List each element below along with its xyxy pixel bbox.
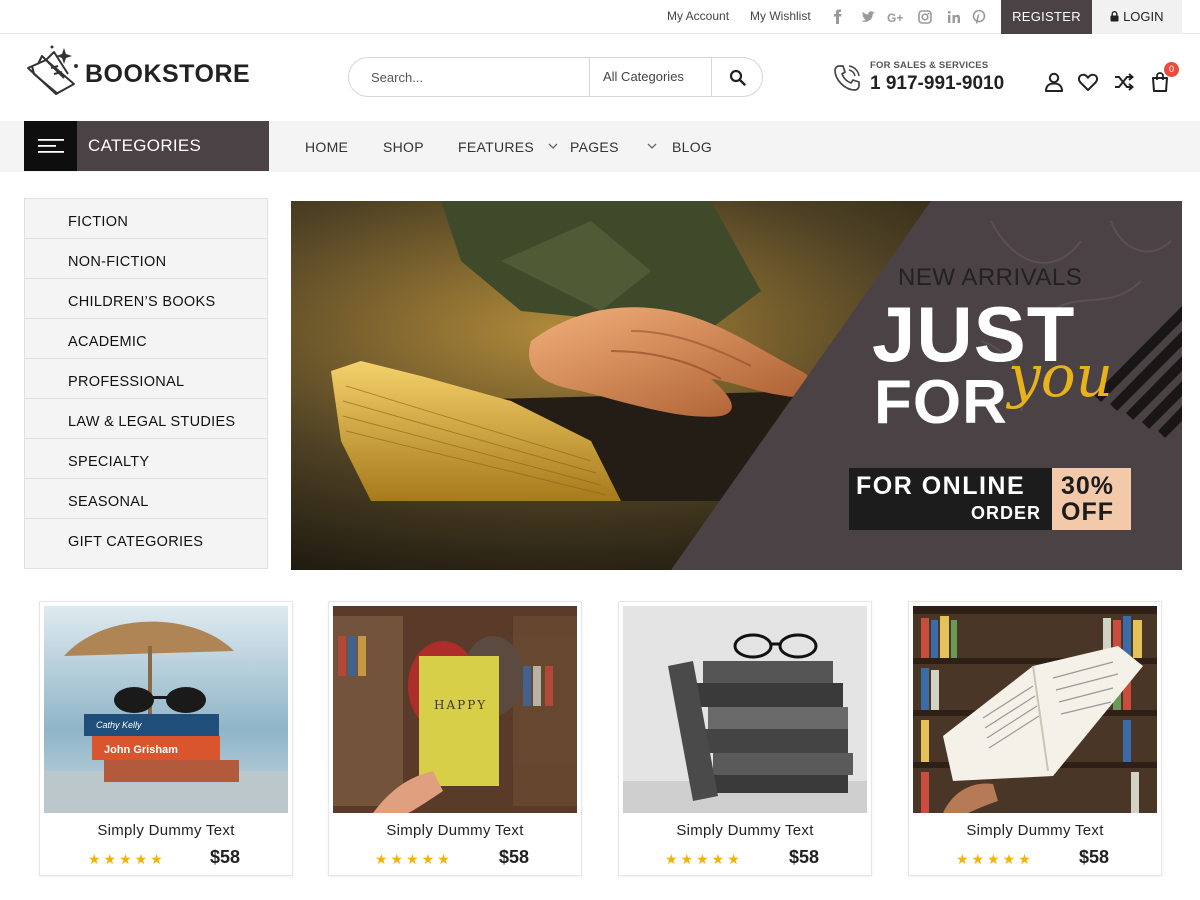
- discount-percent: 30%: [1061, 472, 1115, 500]
- nav-home[interactable]: HOME: [305, 139, 348, 155]
- sidebar-item-gift-categories[interactable]: GIFT CATEGORIES: [25, 519, 267, 559]
- search-icon: [729, 69, 746, 86]
- star-rating-icon: ★★★★★: [88, 851, 166, 867]
- sidebar-item-professional[interactable]: PROFESSIONAL: [25, 359, 267, 399]
- banner-headline-you: you: [1008, 342, 1114, 410]
- svg-text:John Grisham: John Grisham: [104, 744, 178, 756]
- product-image[interactable]: [913, 606, 1157, 813]
- google-plus-icon[interactable]: G+: [887, 8, 907, 26]
- search-button[interactable]: [712, 58, 762, 96]
- sidebar-item-specialty[interactable]: SPECIALTY: [25, 439, 267, 479]
- chevron-down-icon[interactable]: [548, 141, 558, 151]
- promo-line-1: FOR ONLINE: [856, 472, 1026, 500]
- search-bar: All Categories: [348, 57, 763, 97]
- search-input[interactable]: [349, 58, 589, 96]
- product-title[interactable]: Simply Dummy Text: [909, 822, 1161, 839]
- product-image[interactable]: Cathy Kelly John Grisham: [44, 606, 288, 813]
- nav-features[interactable]: FEATURES: [458, 139, 534, 155]
- sidebar-item-childrens-books[interactable]: CHILDREN’S BOOKS: [25, 279, 267, 319]
- lock-icon: [1110, 11, 1119, 22]
- product-price: $58: [789, 847, 820, 867]
- categories-toggle-button[interactable]: [24, 121, 77, 171]
- heart-icon[interactable]: [1077, 71, 1099, 93]
- categories-title[interactable]: CATEGORIES: [77, 121, 269, 171]
- discount-off: OFF: [1061, 498, 1114, 526]
- svg-text:G+: G+: [887, 11, 903, 25]
- product-card[interactable]: Cathy Kelly John Grisham Simply Dummy Te…: [39, 601, 293, 876]
- bookstore-logo-icon[interactable]: [24, 44, 82, 98]
- facebook-icon[interactable]: [829, 8, 847, 26]
- user-icon[interactable]: [1043, 71, 1065, 93]
- sidebar-item-law-legal-studies[interactable]: LAW & LEGAL STUDIES: [25, 399, 267, 439]
- cart-count-badge: 0: [1164, 62, 1179, 77]
- star-rating-icon: ★★★★★: [375, 851, 453, 867]
- product-price: $58: [210, 847, 241, 867]
- banner-new-arrivals: NEW ARRIVALS: [898, 264, 1083, 291]
- category-sidebar: FICTION NON-FICTION CHILDREN’S BOOKS ACA…: [24, 198, 268, 569]
- product-card[interactable]: Simply Dummy Text ★★★★★ $58: [908, 601, 1162, 876]
- product-price: $58: [1079, 847, 1110, 867]
- sidebar-item-academic[interactable]: ACADEMIC: [25, 319, 267, 359]
- promo-line-2: ORDER: [971, 503, 1042, 523]
- shuffle-compare-icon[interactable]: [1113, 71, 1135, 93]
- logo-text[interactable]: BOOKSTORE: [85, 60, 250, 89]
- sidebar-item-seasonal[interactable]: SEASONAL: [25, 479, 267, 519]
- product-image[interactable]: HAPPY: [333, 606, 577, 813]
- nav-pages[interactable]: PAGES: [570, 139, 619, 155]
- star-rating-icon: ★★★★★: [956, 851, 1034, 867]
- pinterest-icon[interactable]: [970, 8, 988, 26]
- star-rating-icon: ★★★★★: [665, 851, 743, 867]
- product-title[interactable]: Simply Dummy Text: [40, 822, 292, 839]
- banner-headline-for: FOR: [874, 368, 1008, 437]
- my-account-link[interactable]: My Account: [667, 9, 729, 23]
- instagram-icon[interactable]: [916, 8, 934, 26]
- product-title[interactable]: Simply Dummy Text: [619, 822, 871, 839]
- svg-text:HAPPY: HAPPY: [434, 698, 487, 712]
- my-wishlist-link[interactable]: My Wishlist: [750, 9, 811, 23]
- login-label: LOGIN: [1123, 9, 1164, 24]
- product-image[interactable]: [623, 606, 867, 813]
- sales-phone[interactable]: 1 917-991-9010: [870, 73, 1004, 95]
- phone-icon: [834, 65, 860, 91]
- sidebar-item-fiction[interactable]: FICTION: [25, 199, 267, 239]
- nav-blog[interactable]: BLOG: [672, 139, 712, 155]
- product-price: $58: [499, 847, 530, 867]
- sales-label: FOR SALES & SERVICES: [870, 60, 989, 71]
- sidebar-item-non-fiction[interactable]: NON-FICTION: [25, 239, 267, 279]
- product-card[interactable]: Simply Dummy Text ★★★★★ $58: [618, 601, 872, 876]
- chevron-down-icon[interactable]: [647, 141, 657, 151]
- menu-icon: [37, 139, 64, 153]
- linkedin-icon[interactable]: [945, 8, 963, 26]
- top-bar: My Account My Wishlist G+ REGISTER LOGIN: [0, 0, 1200, 34]
- product-title[interactable]: Simply Dummy Text: [329, 822, 581, 839]
- twitter-icon[interactable]: [859, 8, 877, 26]
- category-select[interactable]: All Categories: [589, 58, 712, 96]
- login-button[interactable]: LOGIN: [1092, 0, 1182, 34]
- product-card[interactable]: HAPPY Simply Dummy Text ★★★★★ $58: [328, 601, 582, 876]
- nav-shop[interactable]: SHOP: [383, 139, 424, 155]
- svg-text:Cathy Kelly: Cathy Kelly: [96, 720, 142, 730]
- register-button[interactable]: REGISTER: [1001, 0, 1092, 34]
